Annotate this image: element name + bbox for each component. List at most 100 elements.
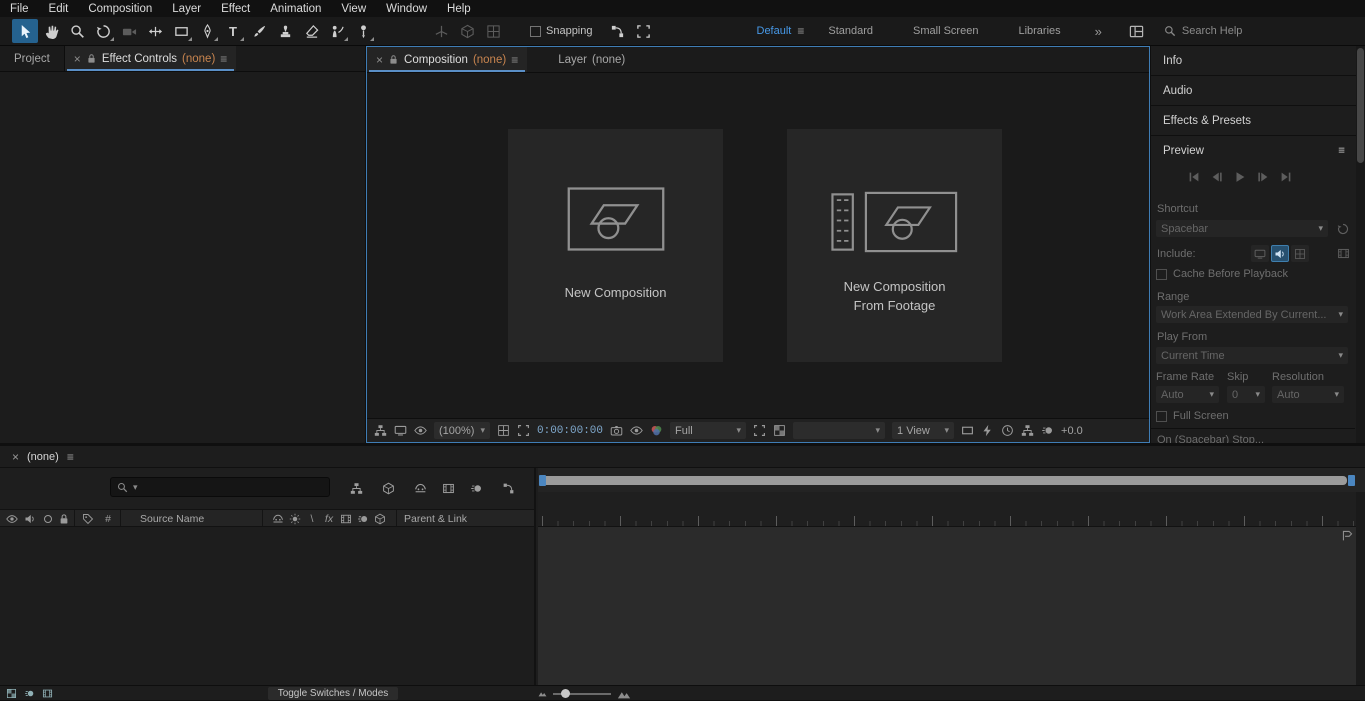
collapse-switch-icon[interactable] [287, 511, 303, 526]
local-axis-mode-button[interactable] [428, 19, 454, 43]
selection-tool-button[interactable] [12, 19, 38, 43]
workspace-libraries[interactable]: Libraries [1018, 25, 1060, 37]
workspace-default[interactable]: Default [757, 25, 792, 37]
timeline-vertical-scrollbar[interactable] [1356, 492, 1365, 685]
workspace-menu-icon[interactable]: ≡ [797, 24, 804, 38]
comp-marker-bin-icon[interactable] [1341, 529, 1354, 542]
panel-header-audio[interactable]: Audio [1151, 76, 1365, 106]
new-composition-from-footage-card[interactable]: New Composition From Footage [787, 129, 1002, 362]
camera-tool-button[interactable] [116, 19, 142, 43]
view-layout-dropdown[interactable]: 1 View▾ [892, 422, 954, 439]
zoom-out-mountain-icon[interactable] [538, 689, 547, 698]
snap-to-features-button[interactable] [605, 19, 631, 43]
tab-composition[interactable]: × Composition (none) ≡ [367, 47, 527, 72]
roto-brush-tool-button[interactable] [324, 19, 350, 43]
include-overlays-toggle[interactable] [1291, 245, 1309, 262]
frame-blending-icon[interactable] [438, 480, 458, 496]
draft-3d-icon[interactable] [378, 480, 398, 496]
next-frame-icon[interactable] [1256, 170, 1270, 184]
search-help-box[interactable]: Search Help [1164, 25, 1243, 37]
number-column-header[interactable]: # [100, 511, 116, 526]
toggle-switches-modes-button[interactable]: Toggle Switches / Modes [268, 687, 398, 700]
mini-flowchart-icon[interactable] [374, 424, 387, 437]
close-tab-icon[interactable]: × [12, 450, 19, 464]
preview-favoring-icon[interactable] [1334, 245, 1352, 262]
snapping-toggle[interactable]: Snapping [530, 25, 593, 37]
zoom-slider-knob[interactable] [561, 689, 570, 698]
menu-view[interactable]: View [331, 3, 376, 15]
pan-behind-tool-button[interactable] [142, 19, 168, 43]
parent-link-column-header[interactable]: Parent & Link [404, 513, 467, 525]
timeline-search-box[interactable]: ▾ [110, 477, 330, 497]
menu-help[interactable]: Help [437, 3, 481, 15]
close-tab-icon[interactable]: × [74, 52, 81, 66]
grid-guides-icon[interactable] [497, 424, 510, 437]
close-tab-icon[interactable]: × [376, 53, 383, 67]
frame-blend-switch-icon[interactable] [338, 511, 354, 526]
current-time-display[interactable]: 0:00:00:00 [537, 425, 603, 437]
tab-effect-controls[interactable]: × Effect Controls (none) ≡ [65, 46, 237, 71]
snapshot-icon[interactable] [610, 424, 623, 437]
tab-layer[interactable]: Layer (none) [549, 47, 634, 72]
zoom-in-mountain-icon[interactable] [617, 687, 631, 701]
rectangle-tool-button[interactable] [168, 19, 194, 43]
eraser-tool-button[interactable] [298, 19, 324, 43]
motion-blur-icon[interactable] [466, 480, 486, 496]
transfer-controls-pane-icon[interactable] [22, 687, 36, 700]
show-channels-icon[interactable] [650, 424, 663, 437]
zoom-slider-track[interactable] [553, 693, 611, 695]
hide-shy-layers-icon[interactable] [410, 480, 430, 496]
new-composition-card[interactable]: New Composition [508, 129, 723, 362]
go-to-start-icon[interactable] [1187, 170, 1201, 184]
preview-panel-menu-icon[interactable]: ≡ [1338, 145, 1345, 157]
resolution-dropdown[interactable]: Full▾ [670, 422, 746, 439]
solo-column-icon[interactable] [40, 511, 56, 526]
label-column-icon[interactable] [80, 511, 96, 526]
exposure-value[interactable]: +0.0 [1061, 425, 1083, 437]
full-screen-checkbox[interactable]: Full Screen [1156, 410, 1229, 422]
clone-stamp-tool-button[interactable] [272, 19, 298, 43]
panel-menu-icon[interactable]: ≡ [511, 53, 518, 67]
frame-rate-dropdown[interactable]: Auto▾ [1156, 386, 1219, 403]
workspace-standard[interactable]: Standard [828, 25, 873, 37]
snap-options-button[interactable] [631, 19, 657, 43]
panel-header-info[interactable]: Info [1151, 46, 1365, 76]
transparency-grid-icon[interactable] [773, 424, 786, 437]
mask-visibility-icon[interactable] [517, 424, 530, 437]
scrollbar-thumb[interactable] [1357, 48, 1364, 163]
monitor-icon[interactable] [394, 424, 407, 437]
timeline-tab-label[interactable]: (none) [27, 451, 59, 463]
magnification-dropdown[interactable]: (100%)▾ [434, 422, 490, 439]
menu-composition[interactable]: Composition [78, 3, 162, 15]
in-out-duration-pane-icon[interactable] [40, 687, 54, 700]
source-name-column-header[interactable]: Source Name [140, 513, 204, 525]
motion-blur-switch-icon[interactable] [355, 511, 371, 526]
layer-switches-pane-icon[interactable] [4, 687, 18, 700]
panel-header-preview[interactable]: Preview ≡ [1151, 136, 1365, 166]
previous-frame-icon[interactable] [1210, 170, 1224, 184]
pen-tool-button[interactable] [194, 19, 220, 43]
type-tool-button[interactable]: T [220, 19, 246, 43]
region-of-interest-icon[interactable] [753, 424, 766, 437]
work-area-bar[interactable] [541, 476, 1347, 485]
cache-before-playback-checkbox[interactable]: Cache Before Playback [1156, 268, 1288, 280]
rotation-tool-button[interactable] [90, 19, 116, 43]
puppet-pin-tool-button[interactable] [350, 19, 376, 43]
tab-project[interactable]: Project [0, 46, 64, 71]
right-panel-scrollbar[interactable] [1356, 46, 1365, 443]
menu-animation[interactable]: Animation [260, 3, 331, 15]
skip-dropdown[interactable]: 0▾ [1227, 386, 1265, 403]
video-column-icon[interactable] [4, 511, 20, 526]
show-snapshot-icon[interactable] [630, 424, 643, 437]
workspace-small-screen[interactable]: Small Screen [913, 25, 978, 37]
timeline-button-icon[interactable] [1001, 424, 1014, 437]
preview-resolution-dropdown[interactable]: Auto▾ [1272, 386, 1344, 403]
view-axis-mode-button[interactable] [480, 19, 506, 43]
zoom-tool-button[interactable] [64, 19, 90, 43]
reset-exposure-icon[interactable] [1041, 424, 1054, 437]
work-area-end-handle[interactable] [1348, 475, 1355, 486]
go-to-end-icon[interactable] [1279, 170, 1293, 184]
comp-flowchart-icon[interactable] [1021, 424, 1034, 437]
hand-tool-button[interactable] [38, 19, 64, 43]
graph-editor-icon[interactable] [498, 480, 518, 496]
